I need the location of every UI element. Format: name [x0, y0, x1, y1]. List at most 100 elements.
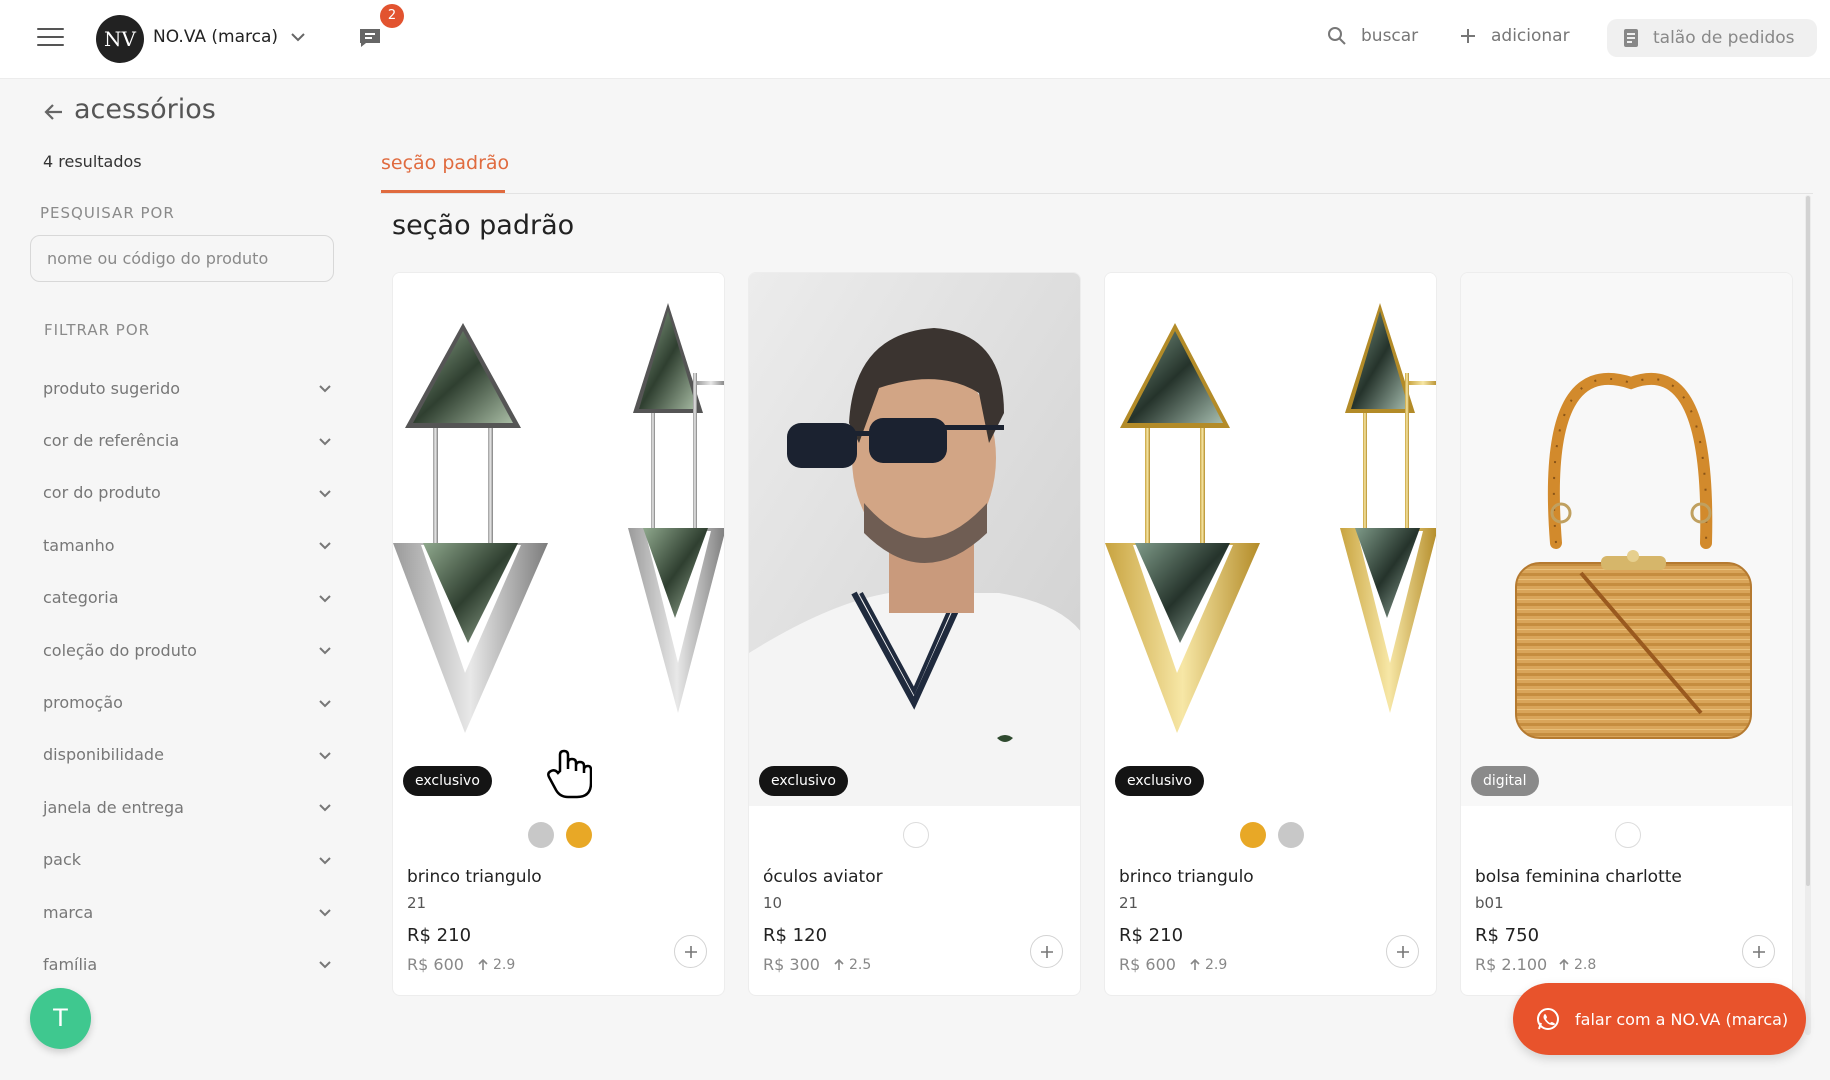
exclusive-tag: exclusivo [1115, 766, 1204, 796]
document-icon [1624, 29, 1638, 47]
chevron-down-icon [319, 856, 331, 865]
filter-item[interactable]: produto sugerido [43, 362, 333, 414]
markup-number: 2.8 [1574, 957, 1597, 973]
product-search-input[interactable] [30, 235, 334, 282]
add-to-cart-button[interactable] [674, 935, 707, 968]
swatch-white[interactable] [902, 822, 929, 848]
filter-item[interactable]: categoria [43, 572, 333, 624]
search-button[interactable]: buscar [1327, 26, 1418, 46]
product-code: 21 [1119, 894, 1139, 912]
product-name[interactable]: brinco triangulo [407, 867, 542, 887]
brand-logo[interactable]: NV [96, 15, 144, 63]
swatch-gold[interactable] [565, 822, 592, 848]
top-bar: NV NO.VA (marca) 2 buscar adicionar talã… [0, 0, 1830, 79]
chevron-down-icon[interactable] [289, 28, 307, 46]
chevron-down-icon [319, 804, 331, 812]
chat-button-label: falar com a NO.VA (marca) [1575, 1009, 1789, 1029]
filter-item[interactable]: marca [43, 886, 333, 938]
filter-item[interactable]: cor de referência [43, 414, 333, 466]
arrow-up-icon [834, 959, 844, 970]
chevron-down-icon [319, 961, 331, 969]
product-name[interactable]: brinco triangulo [1119, 867, 1254, 887]
product-card[interactable]: exclusivo óculos aviator 10 R$ 120 R$ 30… [748, 272, 1081, 996]
plus-icon [1752, 945, 1765, 958]
product-image[interactable] [749, 273, 1080, 806]
filter-label: produto sugerido [43, 378, 181, 398]
filter-item[interactable]: cor do produto [43, 467, 333, 519]
filter-item[interactable]: disponibilidade [43, 729, 333, 781]
add-label: adicionar [1491, 26, 1570, 46]
arrow-up-icon [1190, 959, 1200, 970]
notification-badge: 2 [380, 4, 404, 28]
hand-cursor-icon [547, 749, 592, 799]
product-card[interactable]: digital bolsa feminina charlotte b01 R$ … [1460, 272, 1793, 996]
color-swatches [749, 822, 1080, 848]
swatch-gold[interactable] [1239, 822, 1266, 848]
product-image[interactable] [1461, 273, 1792, 806]
exclusive-tag: exclusivo [759, 766, 848, 796]
swatch-white[interactable] [1614, 822, 1641, 848]
product-retail-price: R$ 2.100 [1475, 955, 1548, 974]
plus-icon [1461, 29, 1475, 43]
filter-label: família [43, 954, 98, 974]
plus-icon [684, 945, 697, 958]
menu-icon[interactable] [37, 28, 64, 48]
back-arrow-icon[interactable] [42, 100, 66, 124]
whatsapp-chat-button[interactable]: falar com a NO.VA (marca) [1513, 983, 1806, 1055]
markup-value: 2.9 [478, 957, 515, 973]
filter-label: pack [43, 850, 82, 870]
section-title: seção padrão [392, 210, 575, 241]
tab-default-section[interactable]: seção padrão [381, 152, 509, 174]
product-name[interactable]: bolsa feminina charlotte [1475, 867, 1682, 887]
search-section-label: PESQUISAR POR [40, 204, 175, 222]
markup-value: 2.5 [834, 957, 871, 973]
tabs-divider [380, 193, 1813, 194]
add-to-cart-button[interactable] [1386, 935, 1419, 968]
product-price: R$ 210 [407, 925, 472, 946]
product-retail-price: R$ 300 [763, 955, 820, 974]
product-price: R$ 120 [763, 925, 828, 946]
product-card[interactable]: exclusivo brinco triangulo 21 R$ 210 R$ … [1104, 272, 1437, 996]
chevron-down-icon [319, 490, 331, 498]
product-image[interactable] [1105, 273, 1436, 806]
search-icon [1328, 27, 1346, 45]
filter-item[interactable]: tamanho [43, 519, 333, 571]
tab-active-indicator [381, 190, 505, 193]
chat-icon[interactable] [357, 26, 383, 50]
swatch-silver[interactable] [527, 822, 554, 848]
filter-label: marca [43, 902, 94, 922]
product-name[interactable]: óculos aviator [763, 867, 883, 887]
product-code: 10 [763, 894, 783, 912]
page-title: acessórios [74, 94, 216, 125]
brand-name[interactable]: NO.VA (marca) [153, 27, 278, 47]
filter-label: cor de referência [43, 431, 180, 451]
filter-item[interactable]: família [43, 938, 333, 990]
filter-label: cor do produto [43, 483, 161, 503]
exclusive-tag: exclusivo [403, 766, 492, 796]
chevron-down-icon [319, 909, 331, 917]
arrow-up-icon [478, 959, 488, 970]
filter-label: coleção do produto [43, 640, 197, 660]
chevron-down-icon [319, 595, 331, 603]
markup-value: 2.9 [1190, 957, 1227, 973]
product-image[interactable] [393, 273, 724, 806]
user-avatar-button[interactable]: T [30, 988, 91, 1049]
filter-item[interactable]: promoção [43, 676, 333, 728]
filter-item[interactable]: coleção do produto [43, 624, 333, 676]
chevron-down-icon [319, 752, 331, 760]
add-button[interactable]: adicionar [1459, 26, 1570, 46]
product-retail-price: R$ 600 [407, 955, 464, 974]
filter-label: categoria [43, 588, 119, 608]
product-code: b01 [1475, 894, 1504, 912]
add-to-cart-button[interactable] [1030, 935, 1063, 968]
markup-number: 2.5 [849, 957, 872, 973]
filter-item[interactable]: pack [43, 834, 333, 886]
scrollbar-thumb[interactable] [1806, 196, 1810, 886]
filter-item[interactable]: janela de entrega [43, 781, 333, 833]
add-to-cart-button[interactable] [1742, 935, 1775, 968]
product-card[interactable]: exclusivo brinco triangulo 21 R$ 210 R$ … [392, 272, 725, 996]
digital-tag: digital [1471, 766, 1539, 796]
whatsapp-icon [1537, 1008, 1559, 1030]
swatch-silver[interactable] [1277, 822, 1304, 848]
order-book-button[interactable]: talão de pedidos [1607, 19, 1817, 57]
